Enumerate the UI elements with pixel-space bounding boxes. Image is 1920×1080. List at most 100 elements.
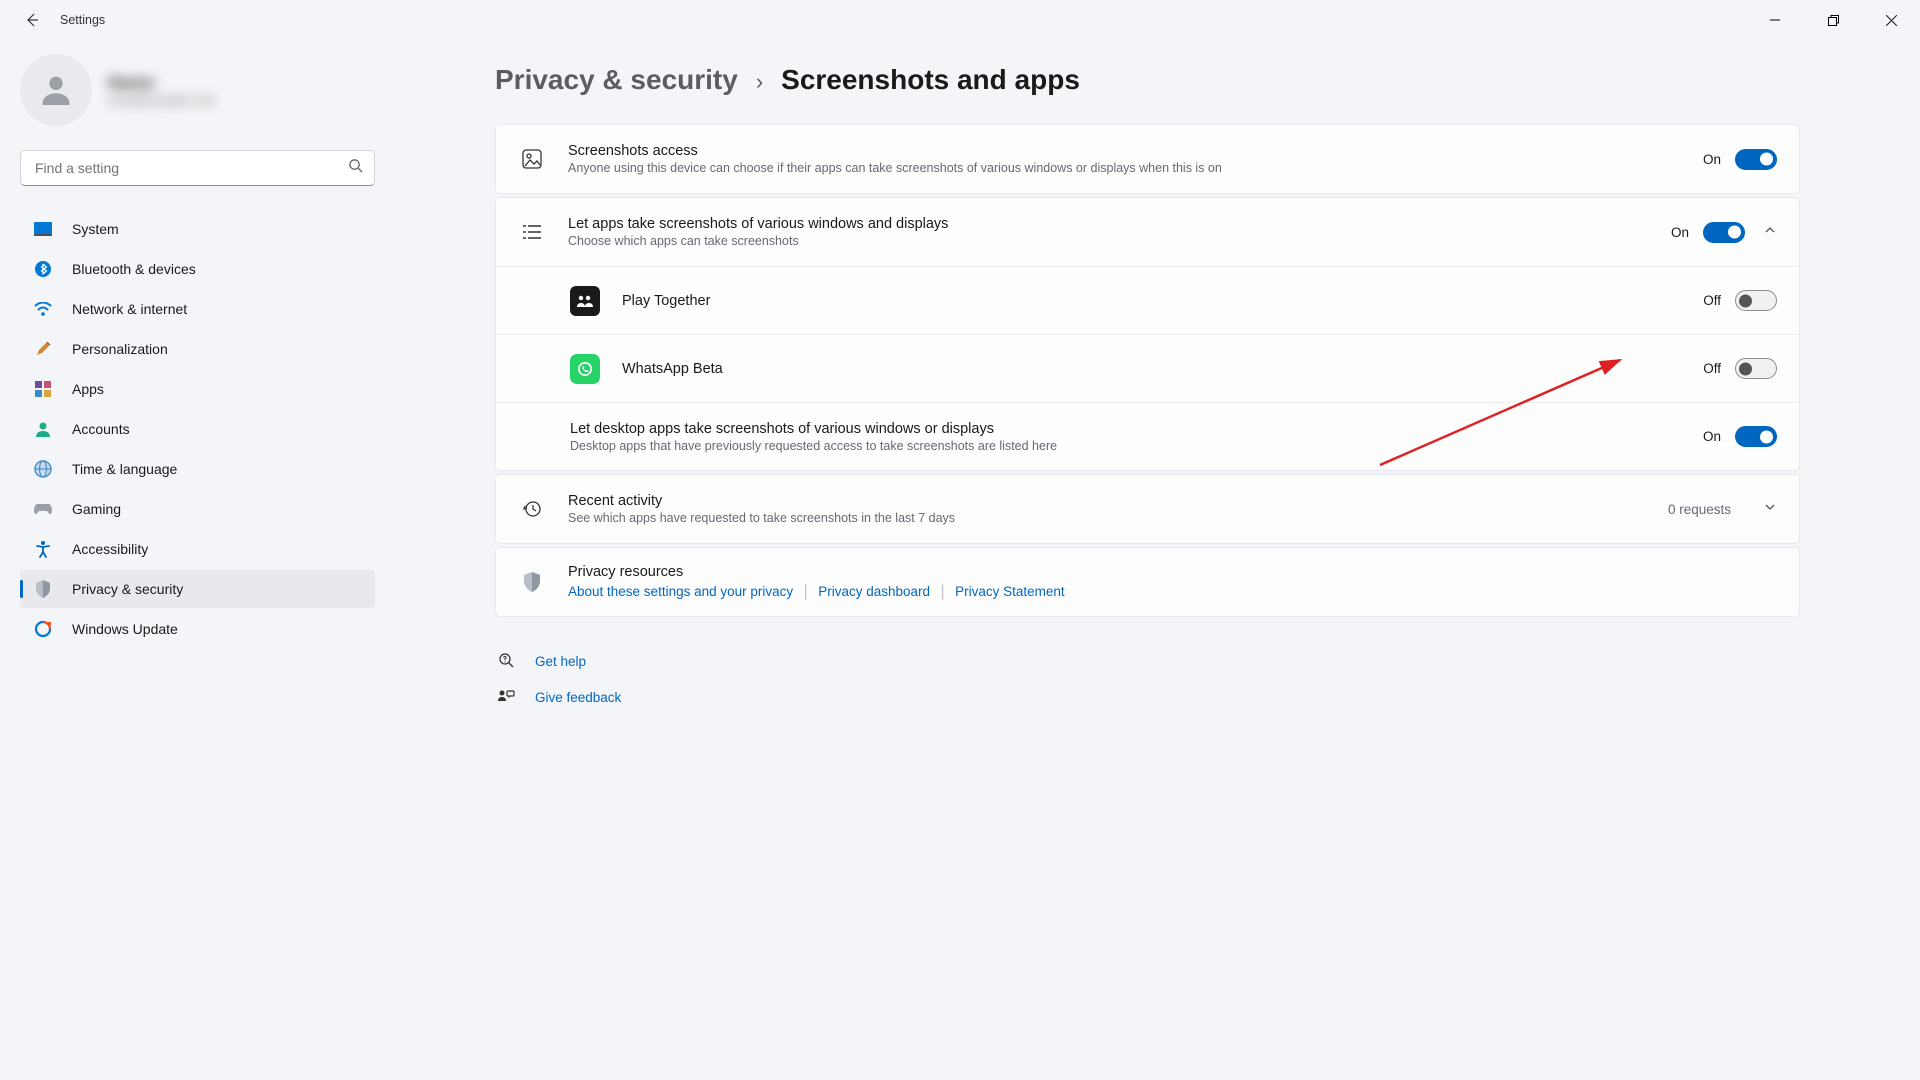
nav-item-network[interactable]: Network & internet — [20, 290, 375, 328]
get-help-link[interactable]: Get help — [535, 654, 586, 669]
window-controls — [1746, 0, 1920, 40]
toggle-state: Off — [1703, 293, 1721, 308]
nav-label: Apps — [72, 381, 104, 397]
card-screenshots-access: Screenshots access Anyone using this dev… — [495, 124, 1800, 194]
nav-label: Gaming — [72, 501, 121, 517]
breadcrumb-current: Screenshots and apps — [781, 64, 1080, 96]
give-feedback-link[interactable]: Give feedback — [535, 690, 621, 705]
accounts-icon — [32, 418, 54, 440]
whatsapp-app-icon — [570, 354, 600, 384]
user-box[interactable]: Name user@example.com — [20, 52, 375, 128]
card-recent-activity[interactable]: Recent activity See which apps have requ… — [495, 474, 1800, 544]
footer-links: Get help Give feedback — [495, 643, 1800, 715]
nav-label: Network & internet — [72, 301, 187, 317]
toggle-let-apps[interactable] — [1703, 222, 1745, 243]
user-info: Name user@example.com — [108, 73, 215, 107]
titlebar: Settings — [0, 0, 1920, 40]
shield-icon — [518, 572, 546, 592]
row-desc: Desktop apps that have previously reques… — [570, 439, 1703, 453]
gaming-icon — [32, 498, 54, 520]
chevron-up-icon — [1763, 223, 1777, 242]
nav-label: Accessibility — [72, 541, 148, 557]
nav-item-bluetooth[interactable]: Bluetooth & devices — [20, 250, 375, 288]
nav-label: Personalization — [72, 341, 168, 357]
get-help-row[interactable]: Get help — [495, 643, 1800, 679]
history-icon — [518, 499, 546, 519]
give-feedback-row[interactable]: Give feedback — [495, 679, 1800, 715]
nav-item-system[interactable]: System — [20, 210, 375, 248]
nav-list: System Bluetooth & devices Network & int… — [20, 210, 375, 648]
nav-item-windows-update[interactable]: Windows Update — [20, 610, 375, 648]
accessibility-icon — [32, 538, 54, 560]
nav-label: Time & language — [72, 461, 177, 477]
search-icon — [348, 158, 363, 178]
row-title: Recent activity — [568, 493, 1668, 509]
link-privacy-dashboard[interactable]: Privacy dashboard — [818, 584, 930, 599]
minimize-button[interactable] — [1746, 0, 1804, 40]
list-icon — [518, 223, 546, 241]
row-title: Privacy resources — [568, 564, 1777, 580]
breadcrumb: Privacy & security › Screenshots and app… — [495, 64, 1800, 96]
link-about-settings[interactable]: About these settings and your privacy — [568, 584, 793, 599]
card-let-apps: Let apps take screenshots of various win… — [495, 197, 1800, 471]
help-icon — [495, 652, 517, 670]
nav-item-accessibility[interactable]: Accessibility — [20, 530, 375, 568]
sidebar: Name user@example.com System Bluetooth &… — [0, 40, 395, 1080]
avatar — [20, 54, 92, 126]
nav-item-apps[interactable]: Apps — [20, 370, 375, 408]
toggle-whatsapp-beta[interactable] — [1735, 358, 1777, 379]
play-together-app-icon — [570, 286, 600, 316]
toggle-play-together[interactable] — [1735, 290, 1777, 311]
toggle-desktop-apps[interactable] — [1735, 426, 1777, 447]
window-title: Settings — [60, 13, 105, 27]
row-title: Let apps take screenshots of various win… — [568, 216, 1671, 232]
update-icon — [32, 618, 54, 640]
breadcrumb-parent[interactable]: Privacy & security — [495, 64, 738, 96]
row-let-apps-header[interactable]: Let apps take screenshots of various win… — [496, 198, 1799, 266]
nav-label: Privacy & security — [72, 581, 183, 597]
request-count: 0 requests — [1668, 502, 1731, 517]
apps-icon — [32, 378, 54, 400]
toggle-state: On — [1703, 152, 1721, 167]
app-row-whatsapp-beta: WhatsApp Beta Off — [496, 334, 1799, 402]
app-name: Play Together — [622, 293, 1703, 309]
globe-icon — [32, 458, 54, 480]
toggle-state: On — [1671, 225, 1689, 240]
row-desc: Choose which apps can take screenshots — [568, 234, 1671, 248]
row-title: Screenshots access — [568, 143, 1703, 159]
wifi-icon — [32, 298, 54, 320]
separator: | — [804, 583, 808, 600]
chevron-right-icon: › — [756, 69, 763, 95]
row-desc: See which apps have requested to take sc… — [568, 511, 1668, 525]
row-desc: Anyone using this device can choose if t… — [568, 161, 1703, 175]
back-arrow-icon — [24, 12, 40, 28]
feedback-icon — [495, 689, 517, 705]
main-content: Privacy & security › Screenshots and app… — [395, 40, 1920, 1080]
close-button[interactable] — [1862, 0, 1920, 40]
nav-label: Windows Update — [72, 621, 178, 637]
nav-item-privacy-security[interactable]: Privacy & security — [20, 570, 375, 608]
nav-label: System — [72, 221, 119, 237]
app-name: WhatsApp Beta — [622, 361, 1703, 377]
search-box — [20, 150, 375, 186]
user-name: Name — [108, 73, 215, 93]
image-icon — [518, 149, 546, 169]
back-button[interactable] — [16, 4, 48, 36]
nav-item-personalization[interactable]: Personalization — [20, 330, 375, 368]
link-privacy-statement[interactable]: Privacy Statement — [955, 584, 1065, 599]
bluetooth-icon — [32, 258, 54, 280]
maximize-button[interactable] — [1804, 0, 1862, 40]
nav-label: Accounts — [72, 421, 130, 437]
toggle-screenshots-access[interactable] — [1735, 149, 1777, 170]
toggle-state: On — [1703, 429, 1721, 444]
nav-item-gaming[interactable]: Gaming — [20, 490, 375, 528]
nav-item-accounts[interactable]: Accounts — [20, 410, 375, 448]
brush-icon — [32, 338, 54, 360]
user-email: user@example.com — [108, 93, 215, 107]
nav-item-time-language[interactable]: Time & language — [20, 450, 375, 488]
system-icon — [32, 218, 54, 240]
nav-label: Bluetooth & devices — [72, 261, 196, 277]
card-privacy-resources: Privacy resources About these settings a… — [495, 547, 1800, 617]
search-input[interactable] — [20, 150, 375, 186]
toggle-state: Off — [1703, 361, 1721, 376]
